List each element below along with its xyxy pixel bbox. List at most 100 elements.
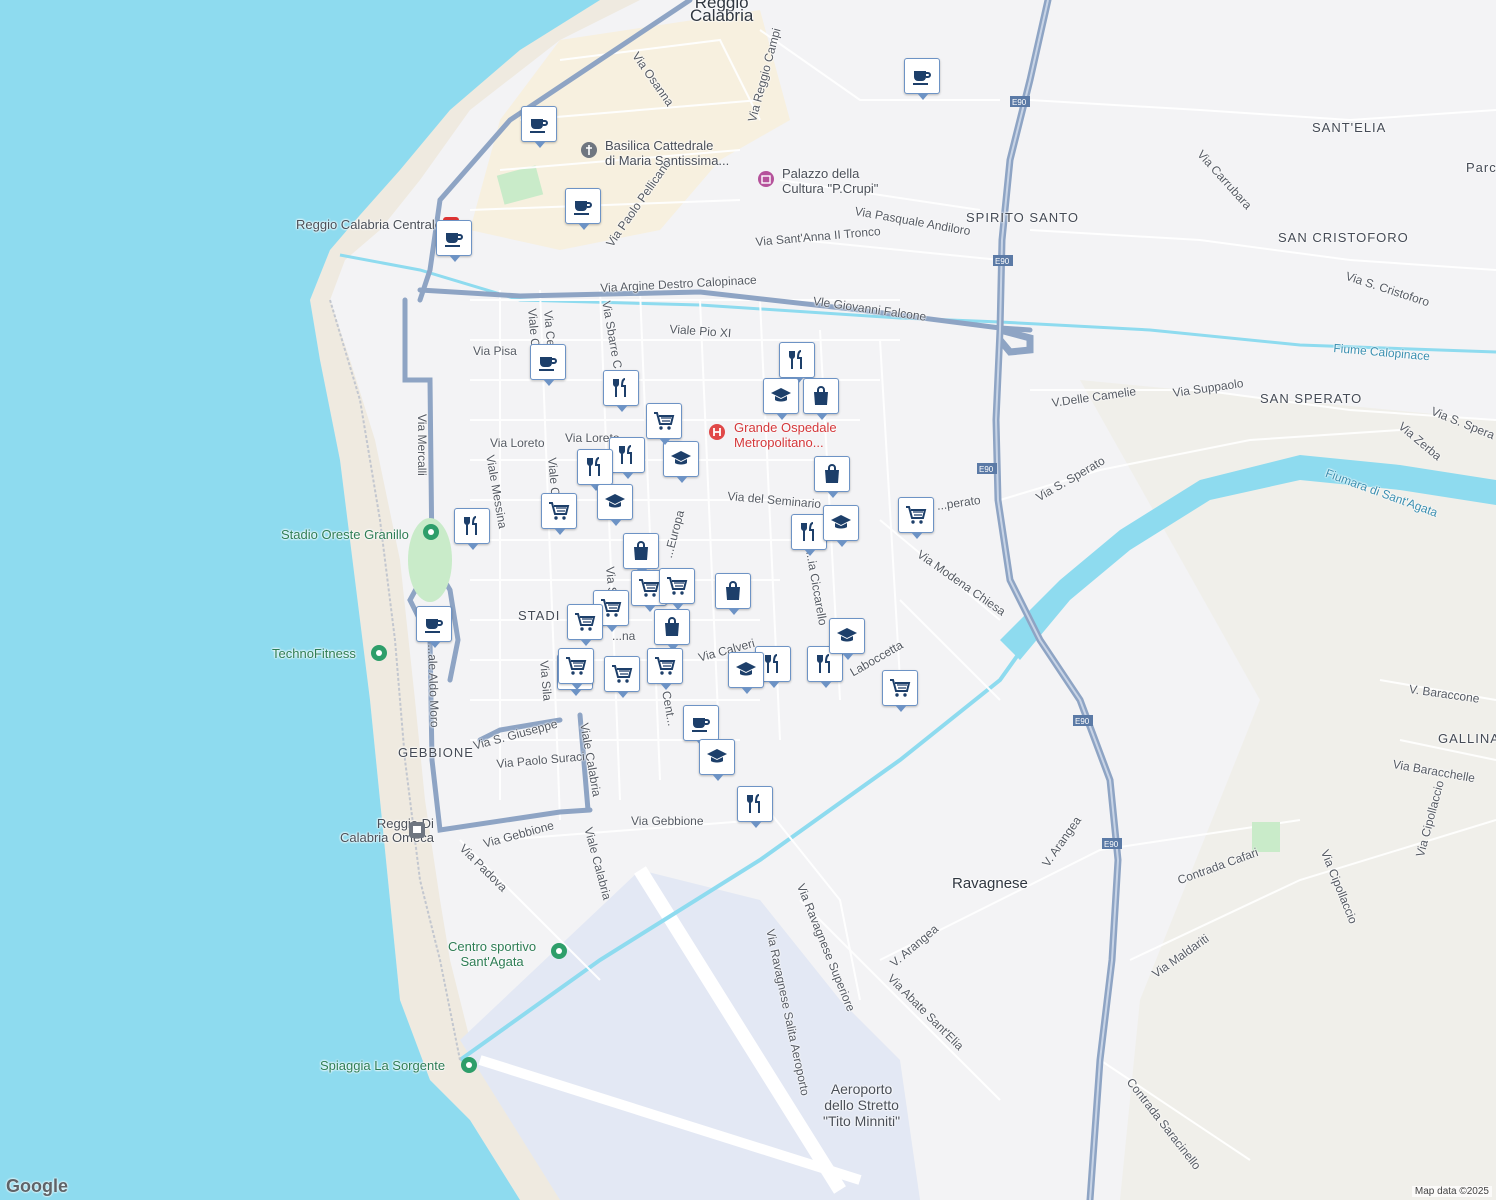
cart-marker[interactable]	[558, 648, 594, 690]
shopping-bag-icon	[634, 541, 648, 560]
poi-technofitness[interactable]: TechnoFitness	[272, 647, 356, 660]
church-icon[interactable]	[580, 141, 598, 159]
shopping-bag-icon	[665, 617, 679, 636]
city-label-reggio-calabria: Reggio Calabria	[690, 0, 754, 25]
street-via-mercalli: Via Mercalli	[415, 414, 429, 476]
e90-shield-4: E90	[1075, 717, 1090, 726]
map-data-attribution[interactable]: Map data ©2025	[1411, 1186, 1492, 1197]
school-icon	[837, 628, 857, 642]
shopping-bag-marker[interactable]	[814, 456, 850, 498]
poi-palazzo-cultura[interactable]: Palazzo della Cultura "P.Crupi"	[782, 166, 878, 196]
school-marker[interactable]	[597, 484, 633, 526]
school-icon	[707, 749, 727, 763]
e90-shield-3: E90	[979, 465, 994, 474]
cart-marker[interactable]	[541, 493, 577, 535]
restaurant-icon	[801, 522, 814, 541]
cafe-marker[interactable]	[530, 344, 566, 386]
restaurant-marker[interactable]	[454, 508, 490, 550]
restaurant-marker[interactable]	[779, 342, 815, 384]
poi-aeroporto[interactable]: Aeroporto dello Stretto "Tito Minniti"	[823, 1081, 900, 1129]
area-stadio: STADI	[518, 608, 561, 623]
town-ravagnese: Ravagnese	[952, 875, 1028, 892]
beach-icon[interactable]	[460, 1056, 478, 1074]
school-marker[interactable]	[823, 505, 859, 547]
cart-marker[interactable]	[604, 656, 640, 698]
school-icon	[736, 662, 756, 676]
street-via-sila: Via Sila	[537, 659, 555, 702]
poi-stadio-oreste-granillo[interactable]: Stadio Oreste Granillo	[281, 528, 409, 541]
restaurant-marker[interactable]	[609, 437, 645, 479]
school-icon	[771, 388, 791, 402]
stadium-icon[interactable]	[422, 523, 440, 541]
cafe-icon	[445, 233, 463, 247]
shopping-bag-icon	[825, 464, 839, 483]
cart-marker[interactable]	[659, 568, 695, 610]
cart-icon	[906, 506, 927, 524]
e90-shield-2: E90	[995, 257, 1010, 266]
e90-shield-1: E90	[1012, 98, 1027, 107]
cafe-marker[interactable]	[565, 188, 601, 230]
cart-marker[interactable]	[567, 604, 603, 646]
google-logo: Google	[6, 1176, 68, 1196]
area-gallina: GALLINA	[1438, 731, 1496, 746]
restaurant-marker[interactable]	[737, 786, 773, 828]
cafe-marker[interactable]	[436, 220, 472, 262]
cafe-icon	[425, 619, 443, 633]
school-marker[interactable]	[728, 652, 764, 694]
restaurant-icon	[587, 457, 600, 476]
sports-center-icon[interactable]	[550, 942, 568, 960]
cart-marker[interactable]	[898, 497, 934, 539]
area-san-cristoforo: SAN CRISTOFORO	[1278, 230, 1409, 245]
restaurant-icon	[619, 445, 632, 464]
school-marker[interactable]	[763, 378, 799, 420]
train-station-omeca-icon[interactable]	[408, 821, 426, 839]
cart-marker[interactable]	[882, 670, 918, 712]
shopping-bag-marker[interactable]	[715, 573, 751, 615]
museum-icon[interactable]	[757, 170, 775, 188]
street-via-gebbione-2: Via Gebbione	[631, 814, 704, 828]
cart-icon	[655, 657, 676, 675]
poi-centro-sportivo[interactable]: Centro sportivo Sant'Agata	[448, 939, 536, 969]
e90-shield-5: E90	[1104, 840, 1119, 849]
fitness-icon[interactable]	[370, 644, 388, 662]
cafe-marker[interactable]	[521, 106, 557, 148]
cart-icon	[890, 679, 911, 697]
cafe-marker[interactable]	[904, 58, 940, 100]
area-sant-elia: SANT'ELIA	[1312, 120, 1387, 135]
poi-grande-ospedale[interactable]: Grande Ospedale Metropolitano...	[734, 420, 837, 450]
cafe-icon	[913, 71, 931, 85]
cart-icon	[575, 613, 596, 631]
area-gebbione: GEBBIONE	[398, 745, 474, 760]
cart-marker[interactable]	[647, 648, 683, 690]
restaurant-icon	[817, 654, 830, 673]
school-marker[interactable]	[663, 441, 699, 483]
cart-icon	[667, 577, 688, 595]
restaurant-icon	[747, 794, 760, 813]
shopping-bag-marker[interactable]	[654, 609, 690, 651]
cafe-marker[interactable]	[683, 705, 719, 747]
restaurant-icon	[613, 378, 626, 397]
poi-spiaggia-la-sorgente[interactable]: Spiaggia La Sorgente	[320, 1059, 445, 1072]
restaurant-marker[interactable]	[791, 514, 827, 556]
street-viale-aldo-moro: ...ale Aldo Moro	[425, 643, 442, 728]
school-icon	[831, 515, 851, 529]
restaurant-icon	[765, 654, 778, 673]
area-spirito-santo: SPIRITO SANTO	[966, 210, 1079, 225]
shopping-bag-marker[interactable]	[803, 378, 839, 420]
restaurant-marker[interactable]	[603, 370, 639, 412]
area-parc: Parc	[1466, 160, 1496, 175]
hospital-icon[interactable]	[708, 423, 726, 441]
station-reggio-calabria-centrale[interactable]: Reggio Calabria Centrale	[296, 218, 442, 231]
cafe-marker[interactable]	[416, 606, 452, 648]
cart-icon	[654, 412, 675, 430]
cafe-icon	[692, 718, 710, 732]
restaurant-marker[interactable]	[577, 449, 613, 491]
street-via-loreto-1: Via Loreto	[490, 436, 545, 450]
school-marker[interactable]	[699, 739, 735, 781]
shopping-bag-icon	[726, 581, 740, 600]
cafe-icon	[574, 201, 592, 215]
school-marker[interactable]	[829, 618, 865, 660]
cart-marker[interactable]	[646, 403, 682, 445]
shopping-bag-marker[interactable]	[623, 533, 659, 575]
street-via-pisa: Via Pisa	[473, 344, 517, 358]
